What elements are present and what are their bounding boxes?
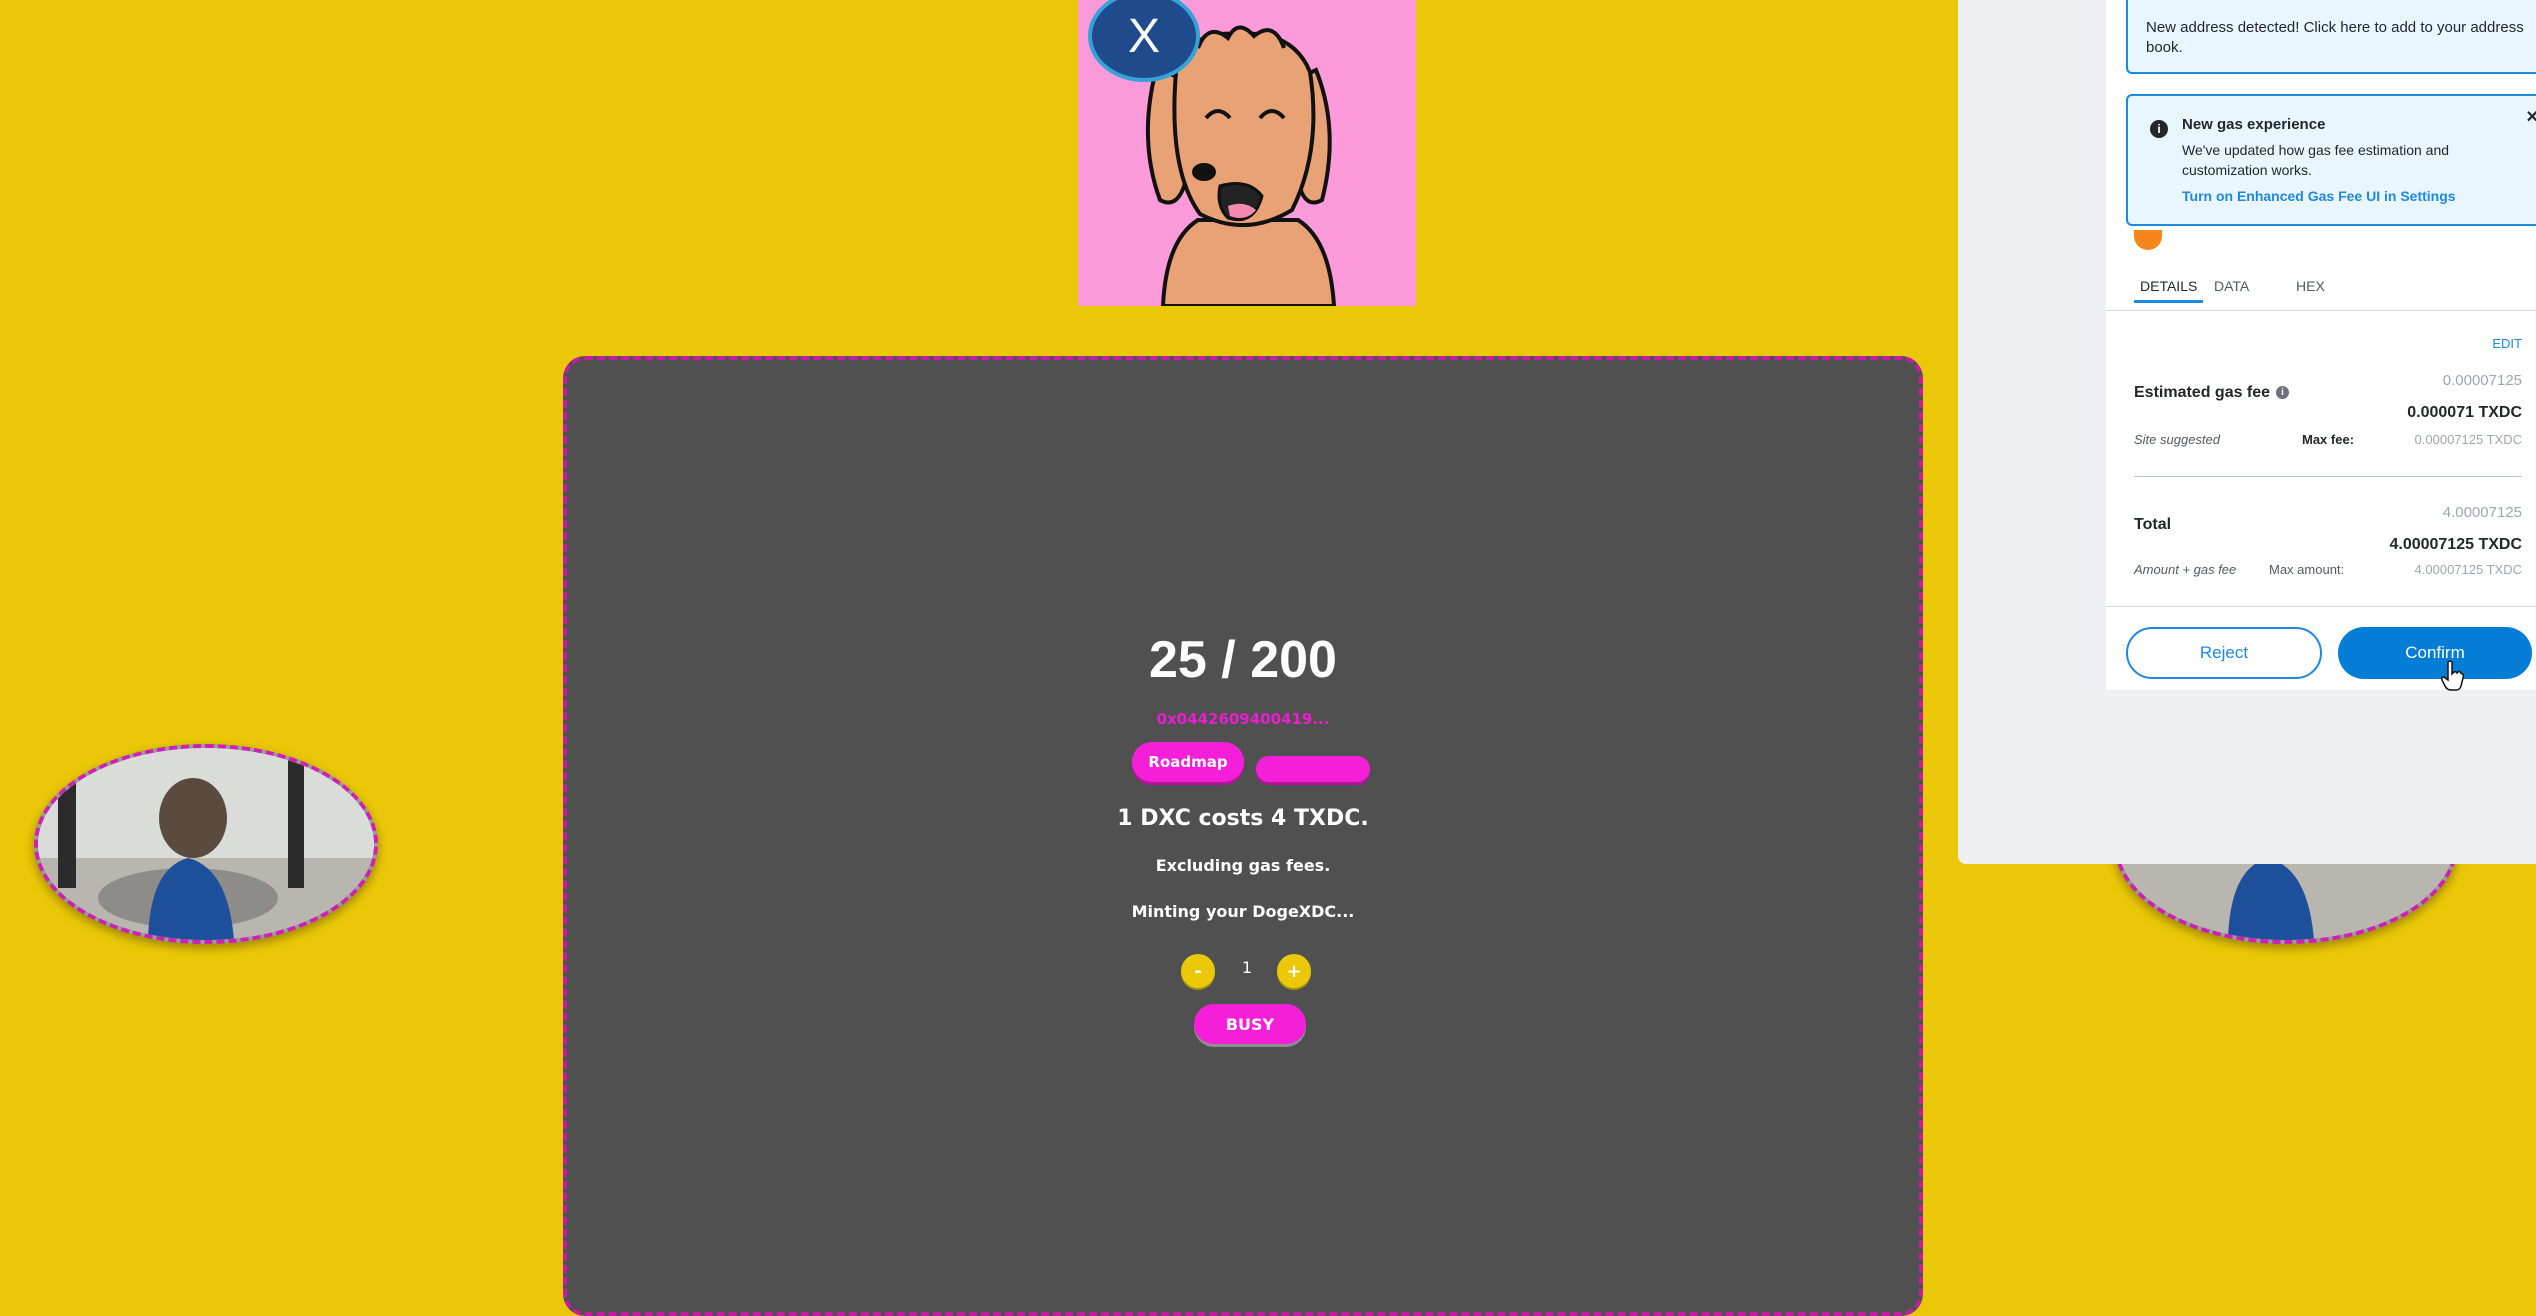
max-amount-label: Max amount: (2269, 562, 2345, 577)
xdc-badge-icon: X (1088, 0, 1200, 82)
gas-experience-notice: i New gas experience We've updated how g… (2126, 94, 2536, 226)
secondary-pill-button[interactable] (1256, 756, 1370, 782)
estimated-gas-fee-label: Estimated gas fee i (2134, 384, 2290, 402)
total-secondary-value: 4.00007125 (2442, 504, 2522, 521)
contract-address-link[interactable]: 0x0442609400419... (567, 710, 1919, 728)
gas-notice-body: We've updated how gas fee estimation and… (2182, 142, 2450, 178)
quantity-value: 1 (1241, 958, 1253, 977)
decrement-button[interactable]: - (1181, 954, 1215, 988)
dog-photo-left (34, 744, 378, 944)
gas-fee-value: 0.000071 TXDC (2407, 404, 2522, 421)
new-address-notice[interactable]: New address detected! Click here to add … (2126, 0, 2536, 74)
roadmap-button[interactable]: Roadmap (1132, 742, 1244, 782)
new-address-notice-text: New address detected! Click here to add … (2146, 19, 2524, 56)
close-icon[interactable]: × (2526, 106, 2536, 129)
mint-button[interactable]: BUSY (1194, 1004, 1306, 1044)
gas-note-text: Excluding gas fees. (1155, 856, 1331, 875)
divider (2134, 476, 2522, 477)
max-fee-label: Max fee: (2302, 432, 2355, 447)
reject-button[interactable]: Reject (2126, 627, 2322, 679)
enhanced-gas-settings-link[interactable]: Turn on Enhanced Gas Fee UI in Settings (2182, 188, 2456, 204)
gas-notice-title: New gas experience (2182, 116, 2326, 133)
gas-fee-secondary-value: 0.00007125 (2442, 372, 2522, 389)
wallet-popup-window: New address detected! Click here to add … (1958, 0, 2536, 864)
info-icon: i (2150, 120, 2168, 138)
site-suggested-label: Site suggested (2134, 432, 2221, 447)
edit-gas-link[interactable]: EDIT (2492, 336, 2522, 351)
amount-plus-gas-label: Amount + gas fee (2134, 562, 2237, 577)
confirm-button[interactable]: Confirm (2338, 627, 2532, 679)
price-text: 1 DXC costs 4 TXDC. (1117, 806, 1369, 831)
transaction-details: EDIT 0.00007125 Estimated gas fee i 0.000… (2106, 312, 2536, 612)
total-label: Total (2134, 516, 2172, 533)
minting-status-text: Minting your DogeXDC... (1131, 902, 1355, 921)
gas-info-icon[interactable]: i (2276, 386, 2290, 400)
increment-button[interactable]: + (1277, 954, 1311, 988)
tab-data[interactable]: DATA (2214, 278, 2249, 302)
project-logo: X (1078, 0, 1416, 306)
hand-cursor-icon (2441, 660, 2464, 691)
max-amount-value: 4.00007125 TXDC (2414, 562, 2522, 577)
estimated-gas-fee-title: Estimated gas fee (2134, 384, 2271, 401)
max-fee-value: 0.00007125 TXDC (2414, 432, 2522, 447)
svg-text:X: X (1128, 10, 1160, 63)
transaction-tabs: DETAILS DATA HEX (2106, 270, 2536, 311)
tab-details[interactable]: DETAILS (2134, 278, 2204, 303)
tab-hex[interactable]: HEX (2296, 278, 2325, 302)
mint-card: 25 / 200 0x0442609400419... Roadmap 1 DX… (563, 356, 1923, 1316)
total-value: 4.00007125 TXDC (2389, 536, 2522, 553)
minted-supply-counter: 25 / 200 (1149, 631, 1337, 689)
